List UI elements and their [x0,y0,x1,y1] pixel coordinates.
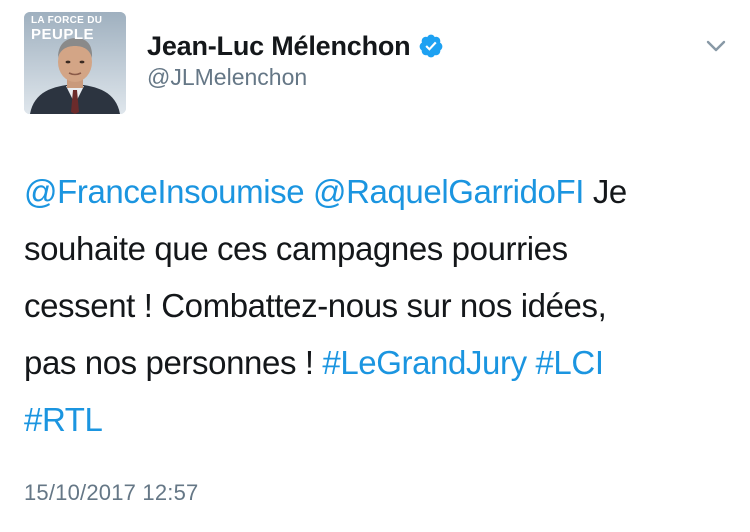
author-name-row: Jean-Luc Mélenchon [147,30,444,62]
tweet-text-line: cessent ! Combattez-nous sur nos idées, [24,277,730,334]
author-handle[interactable]: @JLMelenchon [147,64,307,91]
tweet-text-segment: souhaite que ces campagnes pourries [24,230,568,267]
tweet-text-segment [304,173,313,210]
chevron-down-icon[interactable] [703,36,729,56]
mention-link[interactable]: @FranceInsoumise [24,173,305,210]
avatar-brand-text: LA FORCE DU PEUPLE [31,12,121,42]
avatar-brand-line2: PEUPLE [31,26,95,43]
mention-link[interactable]: @RaquelGarridoFI [313,173,584,210]
display-name[interactable]: Jean-Luc Mélenchon [147,31,411,62]
hashtag-link[interactable]: #LeGrandJury [322,344,527,381]
tweet-text: @FranceInsoumise @RaquelGarridoFI Je souh… [24,163,730,448]
tweet-text-line: souhaite que ces campagnes pourries [24,220,730,277]
tweet-text-line: #RTL [24,391,730,448]
tweet-text-line: @FranceInsoumise @RaquelGarridoFI Je [24,163,730,220]
tweet-card: LA FORCE DU PEUPLE Jean-Luc Mélenchon @J… [0,0,750,532]
verified-badge-icon [418,33,444,59]
avatar[interactable]: LA FORCE DU PEUPLE [24,12,126,114]
tweet-text-segment: pas nos personnes ! [24,344,323,381]
hashtag-link[interactable]: #LCI [535,344,604,381]
tweet-timestamp[interactable]: 15/10/2017 12:57 [24,480,198,506]
tweet-text-segment: Je [584,173,627,210]
hashtag-link[interactable]: #RTL [24,401,103,438]
tweet-text-segment: cessent ! Combattez-nous sur nos idées, [24,287,607,324]
tweet-text-line: pas nos personnes ! #LeGrandJury #LCI [24,334,730,391]
